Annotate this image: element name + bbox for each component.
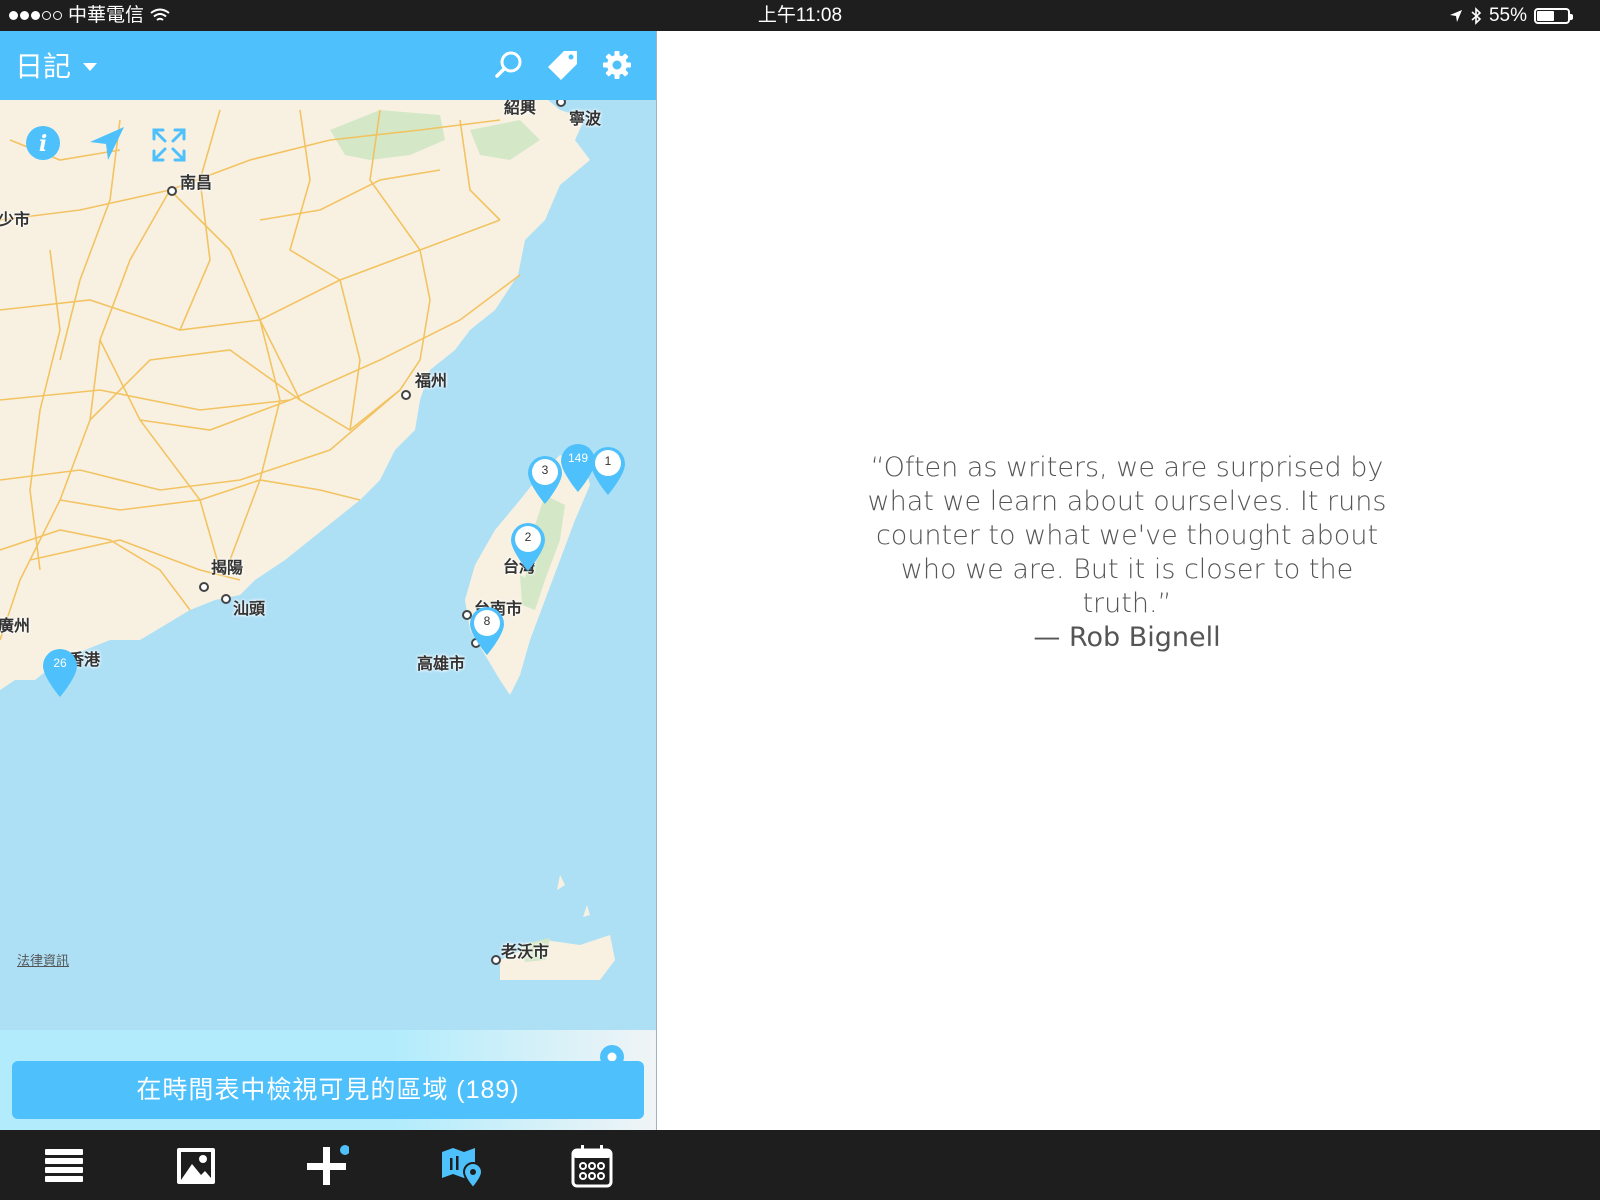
view-visible-region-button[interactable]: 在時間表中檢視可見的區域 (189) (12, 1061, 644, 1119)
clock: 上午11:08 (757, 5, 843, 26)
tag-icon[interactable] (546, 48, 580, 82)
city-label-nanchang: 南昌 (180, 175, 213, 192)
location-arrow-icon[interactable] (88, 124, 126, 162)
pin-count: 3 (541, 463, 549, 477)
add-entry-icon[interactable] (305, 1144, 350, 1188)
map-icon[interactable] (440, 1144, 484, 1190)
bluetooth-icon (1471, 6, 1482, 25)
city-label-ningbo: 寧波 (569, 111, 602, 128)
gear-icon[interactable] (600, 48, 634, 82)
pin-count: 26 (53, 656, 67, 670)
map-pin-hsinchu[interactable]: 3 (525, 454, 565, 506)
quote-author: — Rob Bignell (1033, 622, 1221, 653)
city-marker (491, 955, 501, 965)
battery-percent: 55% (1488, 5, 1527, 26)
info-icon[interactable]: i (24, 124, 62, 162)
city-label-kaohsiung: 高雄市 (417, 656, 466, 673)
journal-title: 日記 (15, 51, 72, 82)
map-pin-hongkong[interactable]: 26 (40, 647, 80, 699)
list-icon[interactable] (42, 1144, 86, 1188)
map-pin-keelung[interactable]: 1 (588, 445, 628, 497)
tab-bar (0, 1130, 1600, 1200)
map-view[interactable]: 紹興 寧波 南昌 少市 福州 揭陽 汕頭 廣州 香港 台灣 台南市 高雄市 老沃… (0, 100, 656, 1030)
journal-selector[interactable]: 日記 (15, 45, 98, 85)
city-marker (199, 582, 209, 592)
map-pin-taichung[interactable]: 2 (508, 521, 548, 573)
map-pin-tainan[interactable]: 8 (467, 605, 507, 657)
city-label-guangzhou: 廣州 (0, 618, 31, 635)
location-services-icon (1449, 9, 1462, 22)
expand-icon[interactable] (150, 126, 188, 164)
calendar-icon[interactable] (570, 1144, 614, 1188)
quote-text: “Often as writers, we are surprised by w… (867, 452, 1387, 619)
caret-down-icon (83, 63, 98, 71)
city-marker (167, 186, 177, 196)
map-background (0, 100, 615, 980)
pin-count: 2 (524, 530, 532, 544)
city-label-fuzhou: 福州 (415, 373, 448, 390)
city-label-laoag: 老沃市 (501, 944, 550, 961)
legal-info-link[interactable]: 法律資訊 (17, 950, 69, 969)
pin-count: 8 (483, 614, 491, 628)
journal-header: 日記 (0, 31, 656, 100)
battery-icon (1534, 7, 1573, 24)
city-marker (401, 390, 411, 400)
city-label-shaoxing: 紹興 (504, 100, 537, 117)
svg-text:i: i (39, 131, 47, 157)
pin-count: 1 (604, 454, 612, 468)
city-label-jieyang: 揭陽 (211, 560, 244, 577)
city-marker (221, 594, 231, 604)
photo-icon[interactable] (174, 1144, 218, 1188)
search-icon[interactable] (492, 48, 526, 82)
city-label-shantou: 汕頭 (233, 601, 266, 618)
status-bar: 中華電信 上午11:08 55% (0, 0, 1600, 31)
journal-map-panel: 日記 紹興 寧波 南昌 少市 福州 揭陽 汕頭 廣州 香港 台灣 台南市 高雄市… (0, 31, 656, 1130)
quote-panel: “Often as writers, we are surprised by w… (657, 31, 1600, 1130)
city-label-changsha: 少市 (0, 212, 31, 229)
